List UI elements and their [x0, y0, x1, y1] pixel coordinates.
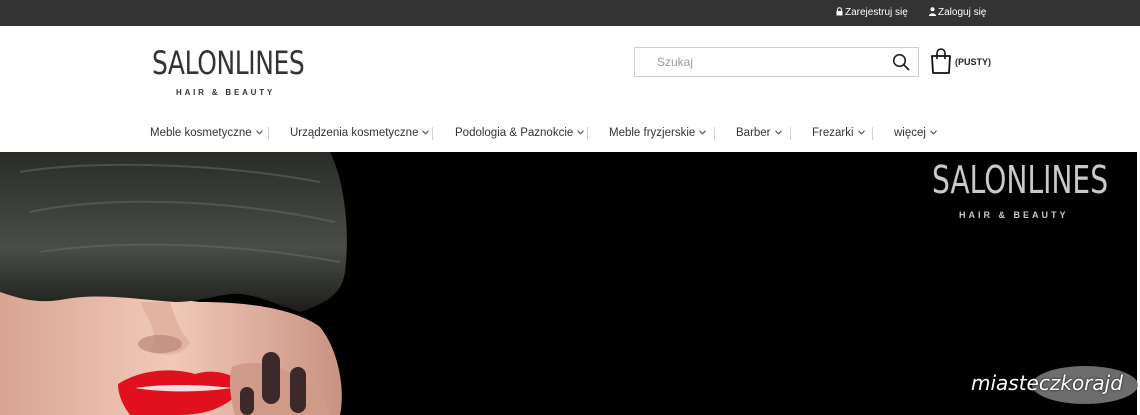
chevron-down-icon	[930, 130, 937, 135]
top-bar: Zarejestruj się Zaloguj się	[0, 0, 1140, 26]
nav-divider	[714, 127, 715, 140]
chevron-down-icon	[699, 130, 707, 135]
chevron-down-icon	[255, 130, 263, 135]
hero-model-image	[0, 152, 347, 415]
nav-item-label: Frezarki	[812, 127, 854, 139]
login-label: Zaloguj się	[938, 7, 987, 18]
search-icon	[892, 53, 910, 71]
register-link[interactable]: Zarejestruj się	[836, 0, 908, 26]
nav-item-podologia-paznokcie[interactable]: Podologia & Paznokcie	[455, 118, 585, 148]
logo-text: SALONLINES	[152, 44, 305, 82]
nav-divider	[587, 127, 588, 140]
nav-divider	[790, 127, 791, 140]
chevron-down-icon	[774, 130, 782, 135]
chevron-down-icon	[422, 130, 430, 135]
nav-item-label: Podologia & Paznokcie	[455, 127, 574, 139]
search-bar	[634, 47, 919, 77]
nav-item-meble-fryzjerskie[interactable]: Meble fryzjerskie	[609, 118, 707, 148]
nav-item-label: Barber	[736, 127, 771, 139]
watermark-text: miasteczkorajd	[971, 371, 1123, 395]
user-icon	[929, 7, 936, 16]
search-input[interactable]	[635, 48, 875, 76]
nav-divider	[432, 127, 433, 140]
logo-tagline: HAIR & BEAUTY	[176, 88, 276, 97]
nav-item-label: Urządzenia kosmetyczne	[290, 127, 419, 139]
cart-button[interactable]: (PUSTY)	[930, 48, 1002, 76]
nav-item-label: Meble kosmetyczne	[150, 127, 252, 139]
chevron-down-icon	[577, 130, 585, 135]
chevron-down-icon	[857, 130, 865, 135]
hero-logo-text: SALONLINES	[932, 158, 1109, 202]
site-logo[interactable]: SALONLINES HAIR & BEAUTY	[152, 44, 305, 100]
hero-logo: SALONLINES HAIR & BEAUTY	[932, 158, 1108, 220]
nav-divider	[268, 127, 269, 140]
main-navigation: Meble kosmetyczne Urządzenia kosmetyczne…	[0, 118, 1140, 148]
nav-item-wiecej[interactable]: więcej	[894, 118, 937, 148]
nav-item-label: Meble fryzjerskie	[609, 127, 696, 139]
nav-item-urzadzenia-kosmetyczne[interactable]: Urządzenia kosmetyczne	[290, 118, 430, 148]
nav-item-frezarki[interactable]: Frezarki	[812, 118, 865, 148]
login-link[interactable]: Zaloguj się	[929, 0, 986, 26]
nav-item-meble-kosmetyczne[interactable]: Meble kosmetyczne	[150, 118, 263, 148]
hero-logo-tagline: HAIR & BEAUTY	[959, 210, 1069, 220]
nav-divider	[872, 127, 873, 140]
lock-icon	[836, 7, 843, 16]
hero-banner[interactable]: SALONLINES HAIR & BEAUTY	[0, 152, 1137, 415]
search-button[interactable]	[892, 53, 912, 71]
cart-status: (PUSTY)	[955, 57, 991, 67]
nav-item-label: więcej	[894, 127, 926, 139]
shopping-bag-icon	[931, 48, 951, 74]
register-label: Zarejestruj się	[845, 7, 908, 18]
nav-item-barber[interactable]: Barber	[736, 118, 782, 148]
